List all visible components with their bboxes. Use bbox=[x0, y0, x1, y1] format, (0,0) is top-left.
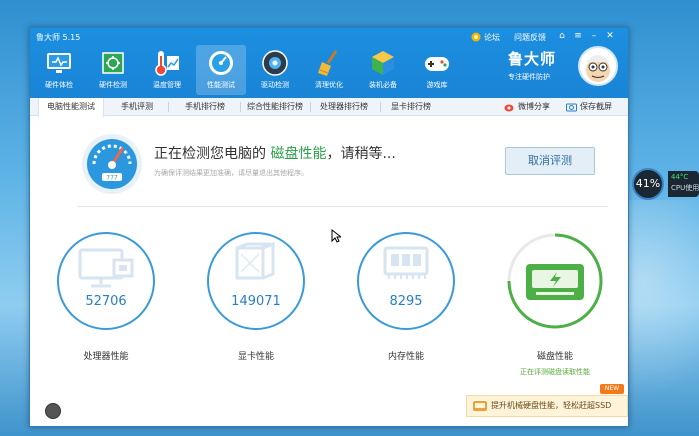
benchmark-gauge-icon: 777 bbox=[82, 134, 142, 194]
title-bar: 鲁大师 5.15 论坛 问题反馈 ⌂ ≡ – ✕ 硬件体检 硬件检测 温度管理 … bbox=[30, 28, 628, 98]
status-suffix: ，请稍等... bbox=[326, 146, 396, 162]
save-label: 保存截屏 bbox=[580, 102, 612, 111]
tab-divider bbox=[380, 102, 381, 112]
ssd-upgrade-banner[interactable]: 提升机械硬盘性能，轻松赶超SSD bbox=[466, 395, 628, 417]
section-divider bbox=[78, 206, 608, 207]
toolbar-label: 驱动检测 bbox=[261, 81, 289, 89]
toolbar-item-5[interactable]: 清理优化 bbox=[304, 45, 354, 95]
medal-icon bbox=[471, 32, 481, 42]
cpu-panel: 44°C CPU使用 bbox=[668, 171, 699, 197]
save-screenshot-link[interactable]: 保存截屏 bbox=[566, 98, 612, 116]
disk-status: 正在评测磁盘读取性能 bbox=[520, 368, 590, 376]
toolbar-label: 装机必备 bbox=[369, 81, 397, 89]
feedback-label: 问题反馈 bbox=[514, 32, 546, 42]
metric-memory: 8295 bbox=[357, 232, 455, 330]
forum-link[interactable]: 论坛 bbox=[471, 31, 500, 43]
monitor-health-icon bbox=[47, 53, 71, 73]
weibo-icon bbox=[504, 104, 514, 112]
tab-pc-benchmark[interactable]: 电脑性能测试 bbox=[38, 98, 104, 117]
weibo-share-link[interactable]: 微博分享 bbox=[504, 98, 550, 116]
promo-text: 提升机械硬盘性能，轻松赶超SSD bbox=[491, 401, 612, 410]
metric-label-cpu: 处理器性能 bbox=[83, 352, 129, 362]
toolbar-item-6[interactable]: 装机必备 bbox=[358, 45, 408, 95]
toolbar-label: 游戏库 bbox=[426, 81, 448, 89]
cancel-test-button[interactable]: 取消评测 bbox=[505, 147, 595, 175]
metric-gpu: 149071 bbox=[207, 232, 305, 330]
upgrade-disk-icon bbox=[473, 401, 487, 411]
memory-chip-icon bbox=[383, 246, 429, 279]
minimize-icon[interactable]: – bbox=[587, 30, 601, 42]
driver-disc-icon bbox=[262, 50, 288, 76]
toolbar-label: 清理优化 bbox=[315, 81, 343, 89]
tab-divider bbox=[240, 102, 241, 112]
status-tip: 为确保评测结果更加准确，请尽量退出其他程序。 bbox=[154, 169, 308, 177]
brand-name: 鲁大师 bbox=[508, 50, 557, 68]
cpu-caption: CPU使用 bbox=[671, 184, 699, 192]
speedometer-icon bbox=[209, 51, 233, 75]
toolbar-label: 性能测试 bbox=[207, 81, 235, 89]
metric-cpu: 52706 bbox=[57, 232, 155, 330]
monitor-cpu-icon bbox=[78, 248, 134, 288]
cpu-monitor-widget[interactable]: 41% 44°C CPU使用 bbox=[632, 168, 699, 200]
tab-gpu-ranking[interactable]: 显卡排行榜 bbox=[384, 98, 438, 116]
tab-phone-ranking[interactable]: 手机排行榜 bbox=[176, 98, 234, 116]
toolbar-label: 硬件检测 bbox=[99, 81, 127, 89]
toolbar-label: 硬件体检 bbox=[45, 81, 73, 89]
tab-divider bbox=[310, 102, 311, 112]
hard-disk-icon bbox=[526, 264, 584, 300]
brand-slogan: 专注硬件防护 bbox=[508, 73, 550, 81]
metric-label-disk: 磁盘性能 bbox=[536, 352, 573, 362]
toolbar-item-4[interactable]: 驱动检测 bbox=[250, 45, 300, 95]
cpu-temp: 44°C bbox=[671, 173, 689, 181]
toolbar-item-2[interactable]: 温度管理 bbox=[142, 45, 192, 95]
broom-icon bbox=[318, 50, 338, 76]
tab-phone-review[interactable]: 手机评测 bbox=[112, 98, 162, 116]
toolbar-item-0[interactable]: 硬件体检 bbox=[34, 45, 84, 95]
new-badge: NEW bbox=[600, 384, 624, 394]
app-window: 鲁大师 5.15 论坛 问题反馈 ⌂ ≡ – ✕ 硬件体检 硬件检测 温度管理 … bbox=[29, 27, 629, 427]
toolbar-item-7[interactable]: 游戏库 bbox=[412, 45, 462, 95]
package-cube-icon bbox=[372, 51, 394, 75]
tab-overall-ranking[interactable]: 综合性能排行榜 bbox=[244, 98, 306, 116]
status-message: 正在检测您电脑的 磁盘性能，请稍等... bbox=[154, 143, 396, 163]
metric-value: 8295 bbox=[389, 294, 423, 309]
skin-icon[interactable]: ⌂ bbox=[555, 30, 569, 42]
gauge-readout: 777 bbox=[106, 175, 118, 182]
mascot-avatar[interactable] bbox=[578, 46, 618, 86]
cpu-percent: 41% bbox=[632, 168, 664, 200]
metric-label-gpu: 显卡性能 bbox=[237, 352, 274, 362]
status-highlight: 磁盘性能 bbox=[270, 146, 327, 162]
bottom-status-icon[interactable] bbox=[45, 403, 61, 419]
toolbar-item-1[interactable]: 硬件检测 bbox=[88, 45, 138, 95]
close-icon[interactable]: ✕ bbox=[603, 30, 617, 42]
metric-label-memory: 内存性能 bbox=[387, 352, 424, 362]
tab-bar: 电脑性能测试 手机评测 手机排行榜 综合性能排行榜 处理器排行榜 显卡排行榜 微… bbox=[30, 98, 628, 117]
chip-icon bbox=[102, 52, 124, 74]
tab-cpu-ranking[interactable]: 处理器排行榜 bbox=[314, 98, 374, 116]
toolbar-label: 温度管理 bbox=[153, 81, 181, 89]
menu-icon[interactable]: ≡ bbox=[571, 30, 585, 42]
app-title: 鲁大师 5.15 bbox=[36, 33, 81, 42]
graphics-card-icon bbox=[235, 242, 275, 280]
feedback-link[interactable]: 问题反馈 bbox=[514, 31, 546, 43]
gamepad-icon bbox=[425, 57, 449, 71]
share-label: 微博分享 bbox=[518, 102, 550, 111]
thermometer-icon bbox=[155, 51, 179, 76]
mouse-cursor-icon bbox=[331, 229, 341, 243]
tab-divider bbox=[168, 102, 169, 112]
forum-label: 论坛 bbox=[484, 32, 500, 42]
metric-value: 52706 bbox=[85, 294, 127, 309]
mascot-face-icon bbox=[586, 55, 610, 82]
camera-icon bbox=[566, 103, 577, 112]
toolbar-item-3[interactable]: 性能测试 bbox=[196, 45, 246, 95]
brand: 鲁大师 专注硬件防护 bbox=[508, 48, 556, 82]
metric-value: 149071 bbox=[231, 294, 281, 309]
status-prefix: 正在检测您电脑的 bbox=[154, 146, 271, 162]
